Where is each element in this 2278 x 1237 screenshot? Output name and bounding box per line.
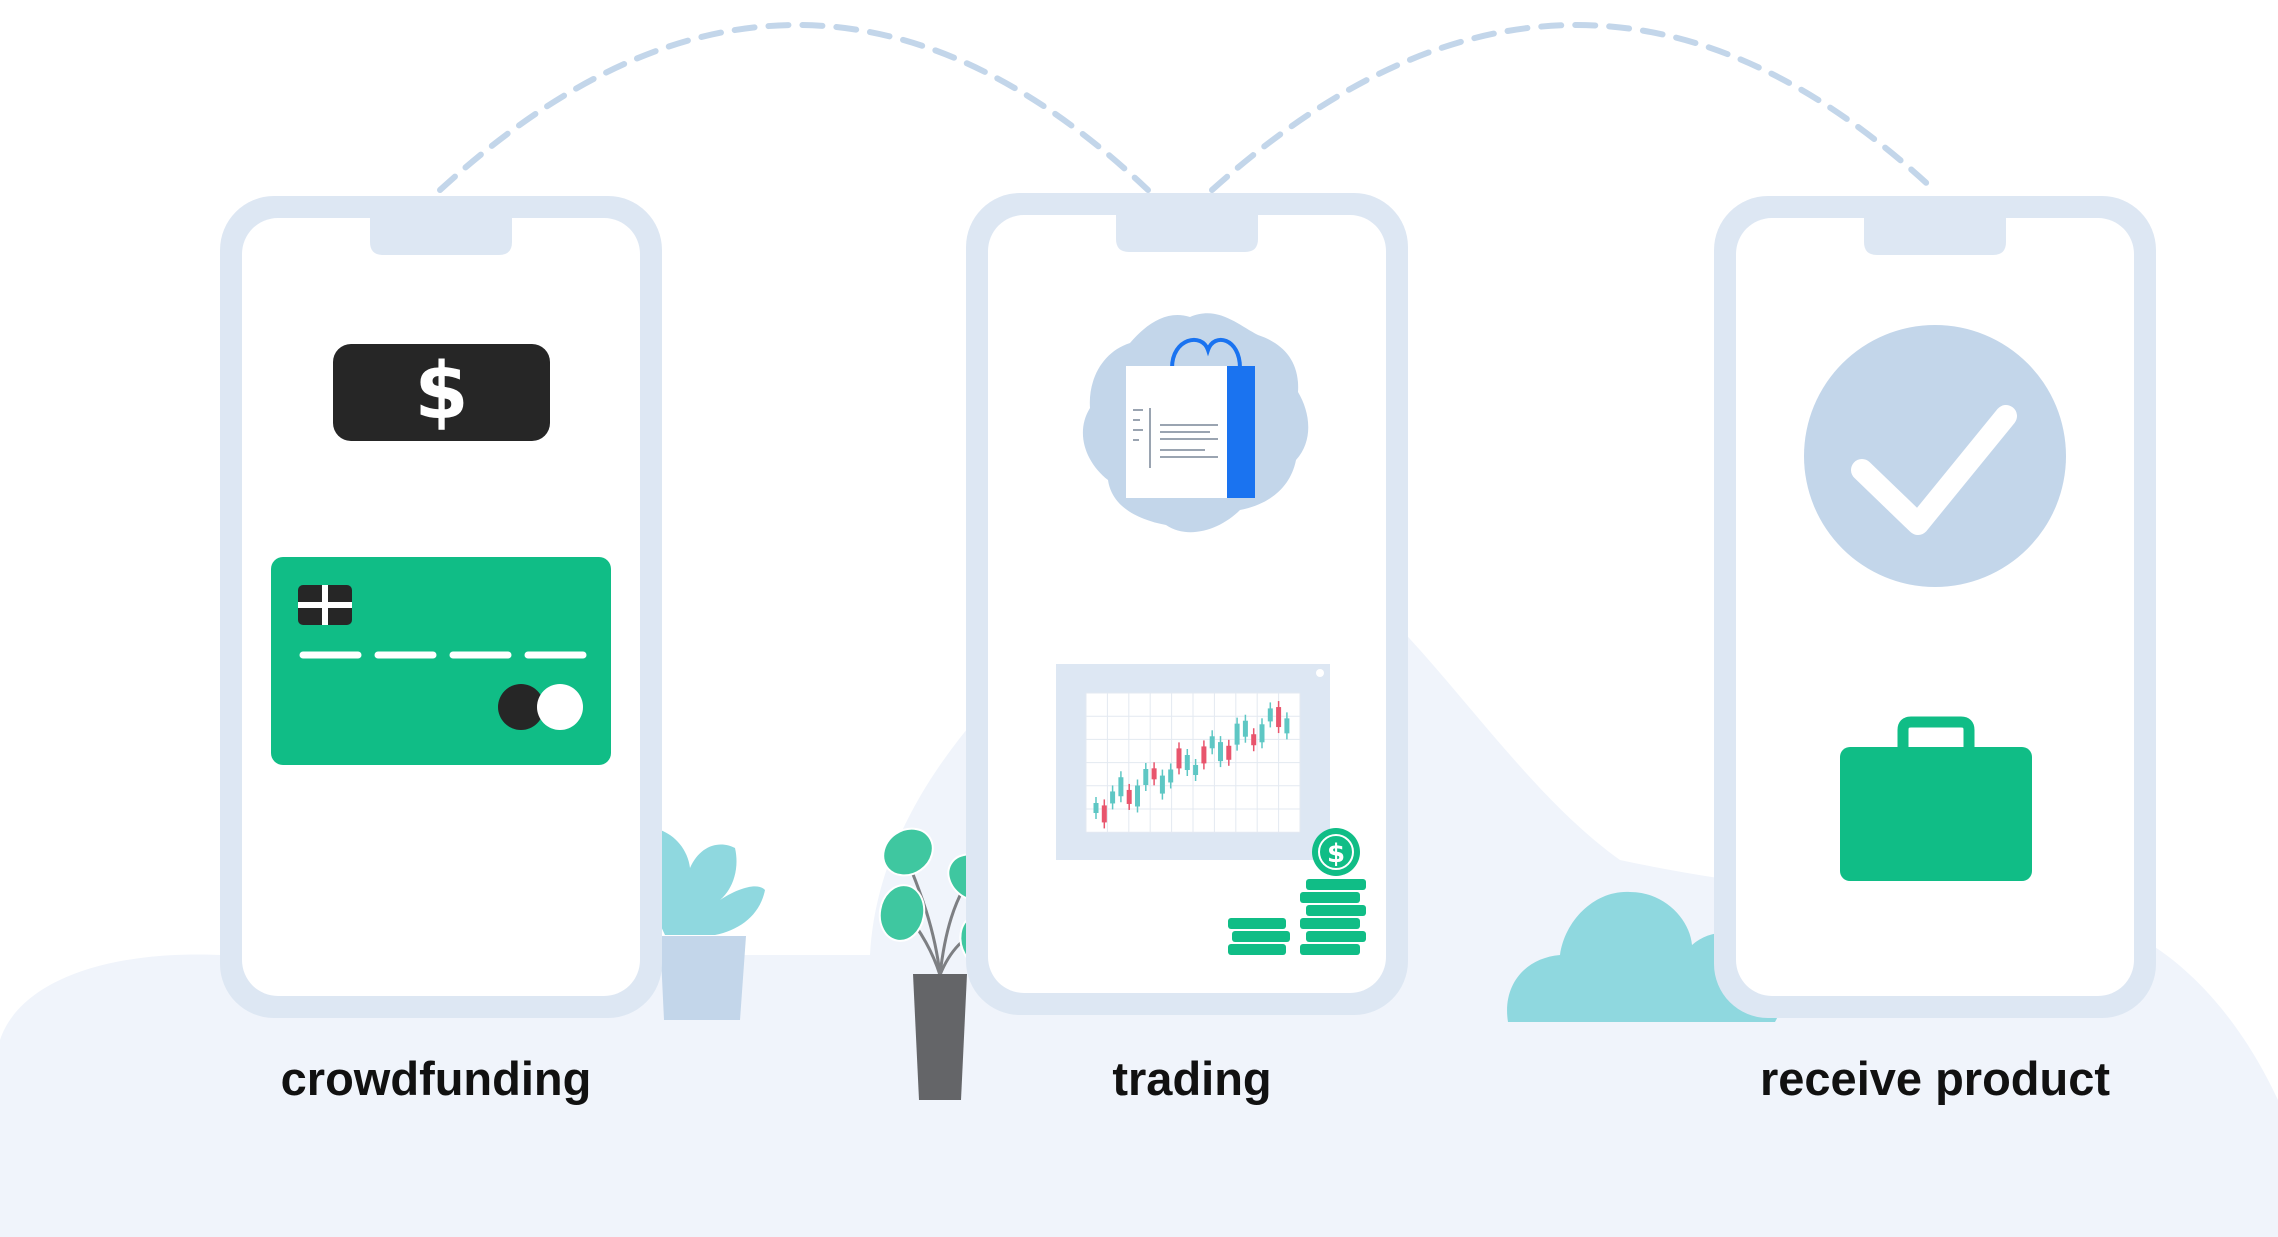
plant-leaves-icon [650,830,765,935]
step-label-receive-product: receive product [1759,1052,2111,1105]
candlestick-chart-icon [1056,664,1330,860]
phone-notch [370,218,512,255]
dollar-banknote-icon: $ [333,344,550,441]
phone-receive-product [1714,196,2156,1018]
step-label-crowdfunding: crowdfunding [280,1052,592,1105]
svg-text:$: $ [414,347,468,437]
connector-arc-2 [1209,22,1937,193]
card-chip-icon [298,585,352,625]
phone-crowdfunding: $ [220,196,662,1018]
checkmark-icon [1804,325,2066,587]
phone-trading: $ [966,193,1408,1015]
connector-arc-1 [437,22,1151,193]
step-label-trading: trading [1112,1052,1272,1105]
card-logo-light-icon [537,684,583,730]
credit-card-icon [271,557,611,765]
phone-notch [1116,215,1258,252]
svg-text:$: $ [1327,839,1345,869]
phone-notch [1864,218,2006,255]
plant-pot-icon [660,936,746,1020]
